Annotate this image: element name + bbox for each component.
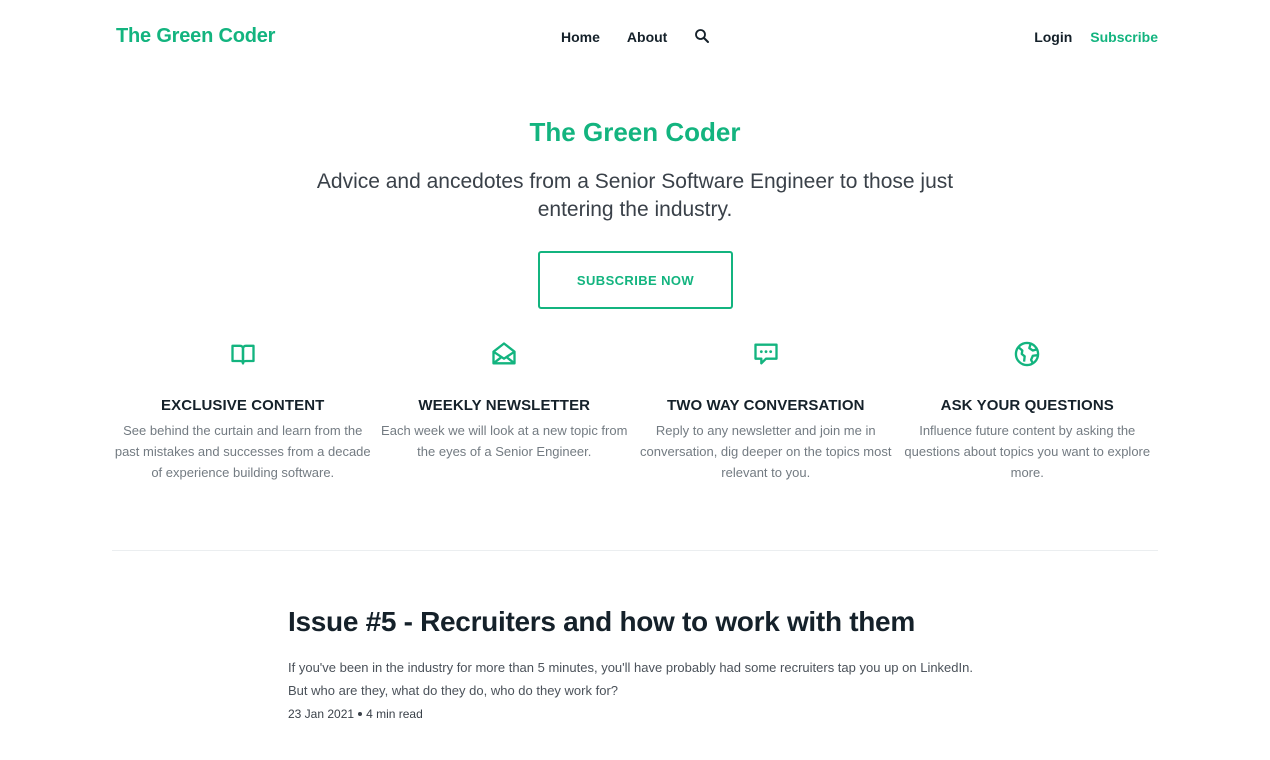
hero-description: Advice and ancedotes from a Senior Softw…: [316, 170, 954, 221]
post-date: 23 Jan 2021: [288, 707, 355, 721]
post-read-time: 4 min read: [366, 707, 423, 721]
feature-title: TWO WAY CONVERSATION: [666, 397, 865, 414]
feature-ask-your-questions: ASK YOUR QUESTIONS Influence future cont…: [897, 340, 1159, 483]
site-header: The Green Coder Home About Login Subscri…: [0, 0, 1270, 76]
search-icon[interactable]: [694, 28, 710, 44]
subscribe-link[interactable]: Subscribe: [1090, 29, 1158, 45]
site-logo[interactable]: The Green Coder: [116, 25, 275, 48]
book-icon: [114, 340, 372, 370]
feature-text: See behind the curtain and learn from th…: [114, 423, 371, 480]
page: The Green Coder Home About Login Subscri…: [0, 0, 1270, 760]
main-nav: Home About: [561, 28, 710, 45]
post-card: Issue #5 - Recruiters and how to work wi…: [288, 606, 988, 721]
feature-two-way-conversation: TWO WAY CONVERSATION Reply to any newsle…: [635, 340, 897, 483]
globe-icon: [899, 340, 1157, 370]
bullet-separator: [358, 712, 363, 716]
chat-bubble-icon: [637, 340, 895, 370]
account-links: Login Subscribe: [1034, 29, 1158, 45]
hero-title: The Green Coder: [529, 117, 741, 147]
section-divider: [112, 550, 1158, 551]
post-title[interactable]: Issue #5 - Recruiters and how to work wi…: [288, 606, 988, 638]
feature-weekly-newsletter: WEEKLY NEWSLETTER Each week we will look…: [374, 340, 636, 483]
feature-text: Influence future content by asking the q…: [904, 423, 1151, 480]
login-link[interactable]: Login: [1034, 29, 1072, 45]
features-section: EXCLUSIVE CONTENT See behind the curtain…: [112, 340, 1158, 483]
nav-home-link[interactable]: Home: [561, 29, 600, 45]
subscribe-now-button[interactable]: SUBSCRIBE NOW: [538, 251, 733, 309]
post-meta: 23 Jan 2021 4 min read: [288, 707, 988, 721]
feature-title: EXCLUSIVE CONTENT: [161, 397, 325, 414]
feature-text: Each week we will look at a new topic fr…: [381, 423, 628, 459]
feature-title: ASK YOUR QUESTIONS: [940, 397, 1114, 414]
envelope-icon: [376, 340, 634, 370]
feature-title: WEEKLY NEWSLETTER: [418, 397, 591, 414]
feature-text: Reply to any newsletter and join me in c…: [640, 423, 892, 480]
nav-about-link[interactable]: About: [627, 29, 667, 45]
feature-exclusive-content: EXCLUSIVE CONTENT See behind the curtain…: [112, 340, 374, 483]
post-excerpt: If you've been in the industry for more …: [288, 660, 973, 698]
